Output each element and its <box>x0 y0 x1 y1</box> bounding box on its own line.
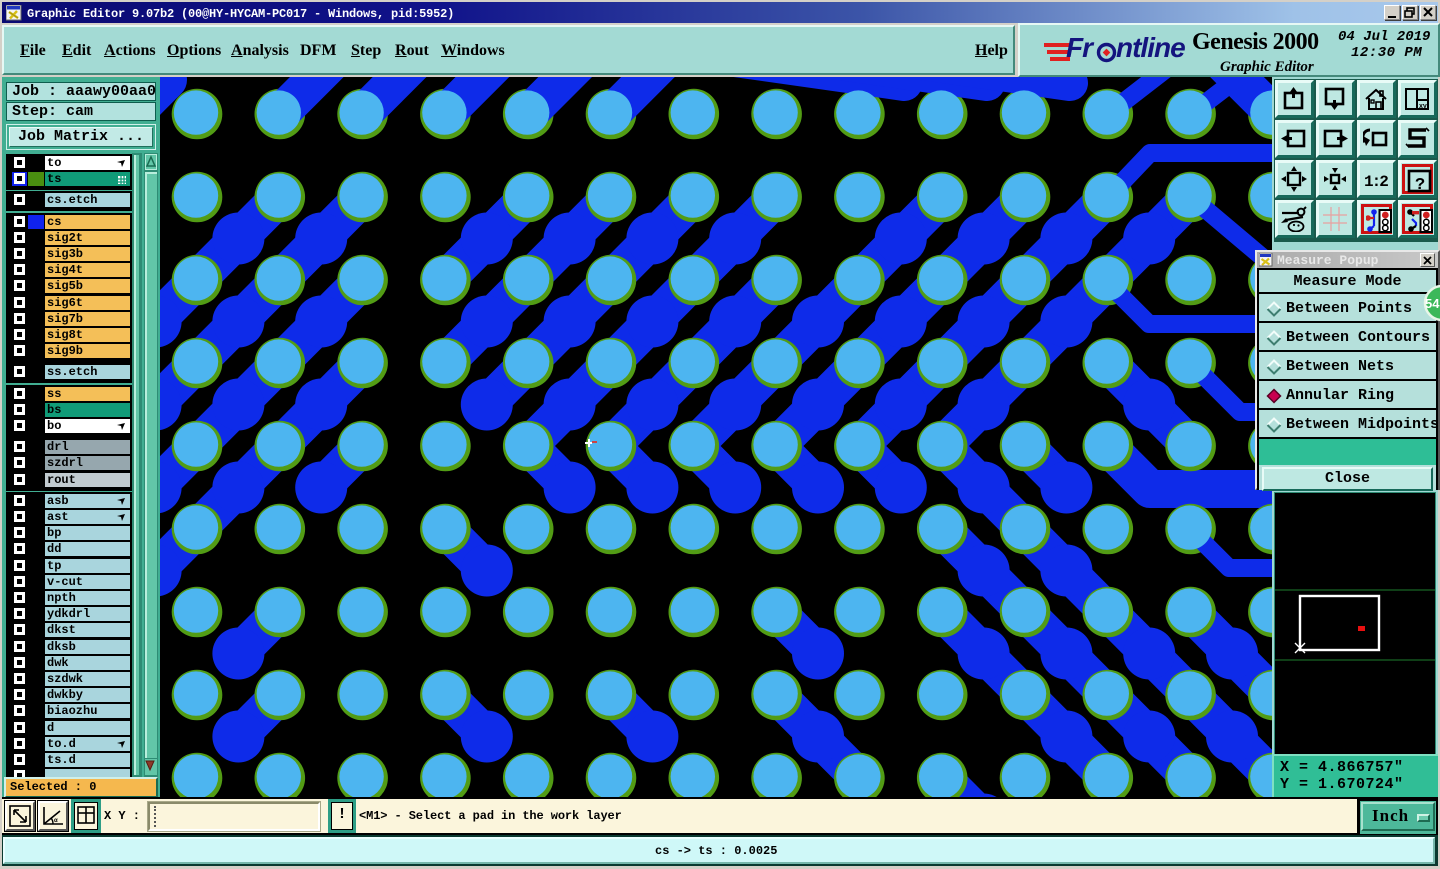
svg-text:1:2: 1:2 <box>1364 173 1388 191</box>
svg-text:54: 54 <box>1425 296 1440 311</box>
svg-text:?: ? <box>1415 176 1425 195</box>
svg-text:xy: xy <box>1419 103 1427 110</box>
svg-text:α: α <box>54 818 58 824</box>
